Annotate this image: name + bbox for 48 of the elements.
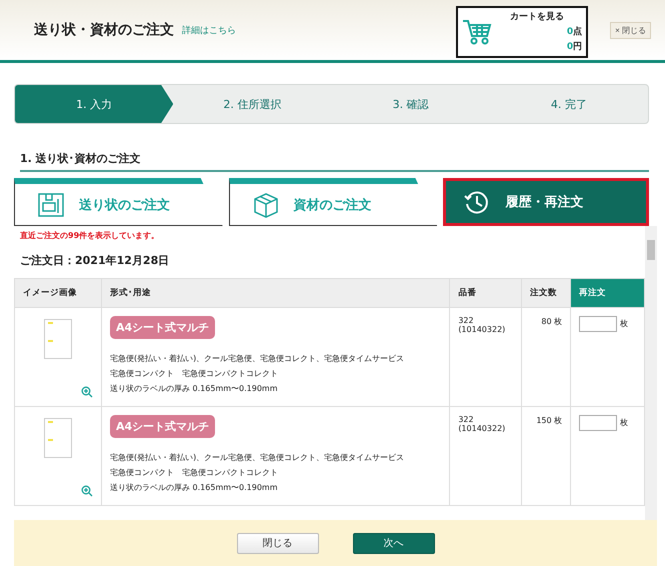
zoom-icon[interactable]	[81, 386, 93, 398]
step-item: 1. 入力	[15, 85, 174, 123]
detail-link[interactable]: 詳細はこちら	[182, 24, 236, 36]
product-code-sub: (10140322)	[458, 424, 506, 433]
cart-total: 0円	[566, 40, 582, 54]
order-date: ご注文日：2021年12月28日	[20, 253, 170, 268]
usage-text: 送り状のラベルの厚み 0.165mm〜0.190mm	[110, 482, 279, 494]
type-tag: A4シート式マルチ	[110, 316, 216, 339]
thumbnail-image	[44, 319, 72, 359]
product-code: 322	[458, 316, 475, 325]
type-tag: A4シート式マルチ	[110, 415, 216, 438]
label-icon	[37, 190, 65, 218]
step-item: 4. 完了	[550, 96, 588, 112]
column-header: 形式･用途	[102, 278, 450, 308]
usage-text: 送り状のラベルの厚み 0.165mm〜0.190mm	[110, 383, 279, 395]
column-header: 再注文	[570, 278, 644, 308]
column-header: 品番	[450, 278, 522, 308]
usage-text: 宅急便(発払い・着払い)、クール宅急便、宅急便コレクト、宅急便タイムサービス	[110, 353, 406, 365]
usage-text: 宅急便コンパクト 宅急便コンパクトコレクト	[110, 368, 279, 380]
cart-button[interactable]: カートを見る 0点 0円	[456, 6, 588, 58]
quantity-input[interactable]	[579, 415, 618, 431]
notice-text: 直近ご注文の99件を表示しています。	[20, 230, 160, 241]
close-button[interactable]: 閉じる	[236, 532, 318, 554]
product-code-sub: (10140322)	[458, 325, 506, 334]
next-button[interactable]: 次へ	[352, 532, 434, 554]
box-icon	[252, 190, 280, 218]
section-title: 1. 送り状･資材のご注文	[20, 151, 649, 172]
column-header: 注文数	[521, 278, 571, 308]
usage-text: 宅急便コンパクト 宅急便コンパクトコレクト	[110, 467, 279, 479]
close-button[interactable]: × 閉じる	[610, 22, 651, 38]
page-title: 送り状・資材のご注文	[34, 21, 174, 39]
unit-label: 枚	[620, 319, 628, 328]
order-tab[interactable]: 履歴・再注文	[443, 178, 650, 226]
column-header: イメージ画像	[14, 278, 102, 308]
quantity-input[interactable]	[579, 316, 618, 332]
unit-label: 枚	[620, 418, 628, 428]
step-item: 3. 確認	[392, 96, 430, 112]
quantity-cell: 150 枚	[521, 406, 571, 506]
quantity-cell: 80 枚	[521, 308, 571, 406]
cart-label: カートを見る	[510, 10, 564, 24]
item-count: 0点	[566, 25, 582, 38]
zoom-icon[interactable]	[81, 485, 93, 497]
cart-icon	[462, 18, 492, 46]
usage-text: 宅急便(発払い・着払い)、クール宅急便、宅急便コレクト、宅急便タイムサービス	[110, 452, 406, 464]
product-code: 322	[458, 415, 475, 424]
scrollbar[interactable]	[645, 226, 657, 520]
thumbnail-image	[44, 418, 72, 458]
step-item: 2. 住所選択	[222, 96, 282, 112]
